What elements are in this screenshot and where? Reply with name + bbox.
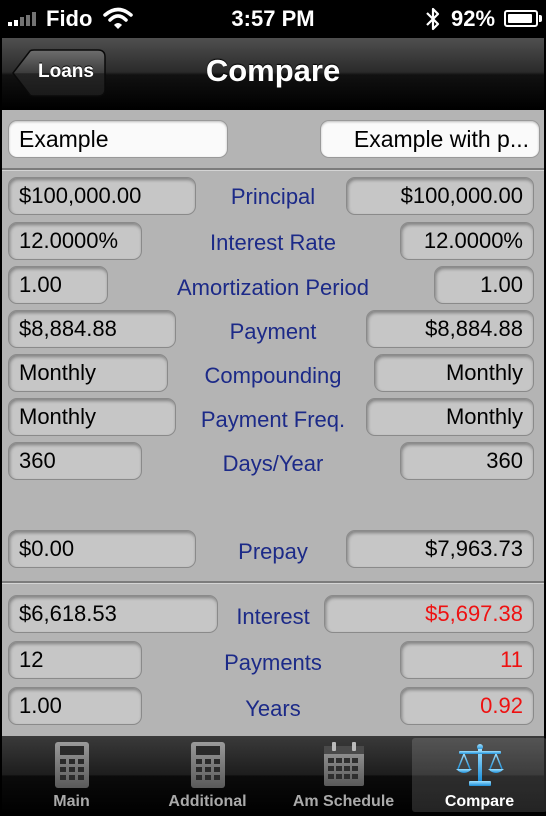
interest-rate-right[interactable]: 12.0000%: [400, 222, 534, 260]
loan-name-left[interactable]: Example: [8, 120, 228, 158]
battery-percent: 92%: [451, 6, 496, 31]
years-right: 0.92: [400, 687, 534, 725]
compounding-right[interactable]: Monthly: [374, 354, 534, 392]
amortization-period-right[interactable]: 1.00: [434, 266, 534, 304]
battery-icon: [504, 10, 542, 27]
status-bar: Fido 3:57 PM 92%: [0, 0, 546, 38]
days-per-year-right[interactable]: 360: [400, 442, 534, 480]
loan-name-right[interactable]: Example with p...: [320, 120, 540, 158]
navigation-bar: Loans Compare: [2, 38, 544, 110]
principal-right[interactable]: $100,000.00: [346, 177, 534, 215]
payment-frequency-right[interactable]: Monthly: [366, 398, 534, 436]
calculator-icon: [54, 742, 89, 788]
tab-label: Main: [53, 793, 90, 810]
tab-am-schedule[interactable]: Am Schedule: [276, 736, 411, 814]
prepay-right[interactable]: $7,963.73: [346, 530, 534, 568]
tab-label: Additional: [168, 793, 247, 810]
calendar-icon: [323, 742, 364, 786]
divider: [2, 168, 544, 171]
payment-right[interactable]: $8,884.88: [366, 310, 534, 348]
tab-label: Am Schedule: [292, 793, 395, 810]
tab-bar: Main Additional Am Schedule Compare: [2, 736, 546, 814]
bluetooth-icon: [426, 7, 440, 31]
page-title: Compare: [205, 53, 341, 88]
tab-additional[interactable]: Additional: [140, 736, 275, 814]
tab-label: Compare: [444, 793, 515, 810]
scales-icon: [455, 744, 504, 786]
tab-compare[interactable]: Compare: [412, 738, 546, 812]
total-interest-right: $5,697.38: [324, 595, 534, 633]
tab-main[interactable]: Main: [4, 736, 139, 814]
compare-panel: Example Example with p... $100,000.00 Pr…: [2, 110, 544, 736]
payments-count-right: 11: [400, 641, 534, 679]
calculator-icon: [190, 742, 225, 788]
divider: [2, 581, 544, 584]
